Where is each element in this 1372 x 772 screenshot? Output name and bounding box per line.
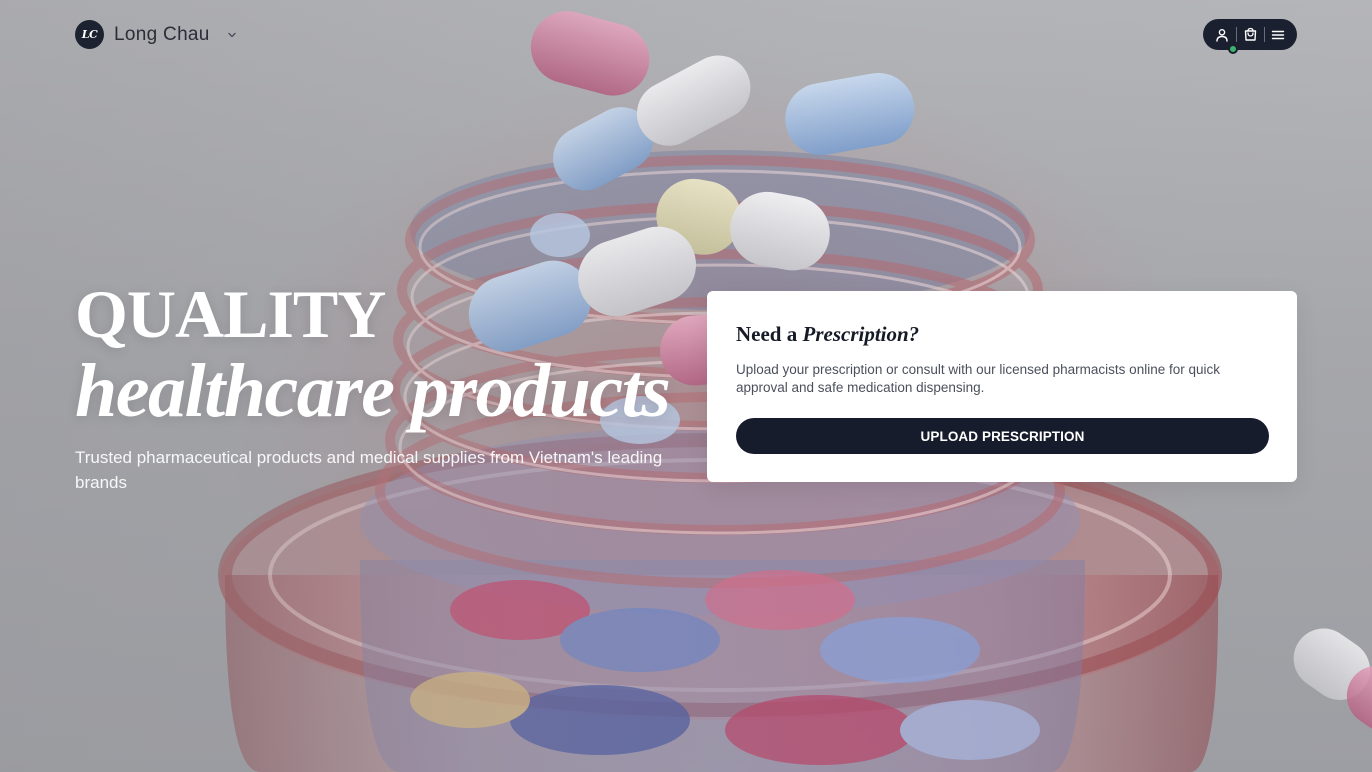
menu-button[interactable] — [1267, 24, 1289, 46]
hero-title-line-2: healthcare products — [75, 349, 671, 433]
brand-name: Long Chau — [114, 23, 210, 45]
prescription-card-title: Need a Prescription? — [736, 321, 1268, 347]
prescription-card: Need a Prescription? Upload your prescri… — [707, 291, 1297, 482]
upload-prescription-button[interactable]: UPLOAD PRESCRIPTION — [736, 418, 1269, 454]
header-actions — [1203, 19, 1297, 54]
online-status-dot — [1228, 44, 1238, 54]
hero-title-line-1: QUALITY — [75, 276, 386, 352]
account-button[interactable] — [1211, 24, 1233, 46]
hero-subtitle: Trusted pharmaceutical products and medi… — [75, 448, 663, 492]
brand-logo: LC — [75, 20, 104, 49]
prescription-card-description: Upload your prescription or consult with… — [736, 362, 1220, 395]
chevron-down-icon — [226, 29, 238, 41]
cart-button[interactable] — [1239, 24, 1261, 46]
hero-title: QUALITY healthcare products — [75, 278, 715, 432]
site-header: LC Long Chau — [75, 19, 1297, 54]
menu-icon — [1271, 30, 1285, 39]
user-icon — [1216, 28, 1228, 42]
cart-icon — [1244, 27, 1256, 41]
prescription-title-prefix: Need a — [736, 322, 803, 346]
brand-selector[interactable]: LC Long Chau — [75, 20, 238, 49]
prescription-title-emphasis: Prescription? — [802, 322, 920, 346]
header-divider — [1263, 27, 1265, 42]
header-divider — [1235, 27, 1237, 42]
